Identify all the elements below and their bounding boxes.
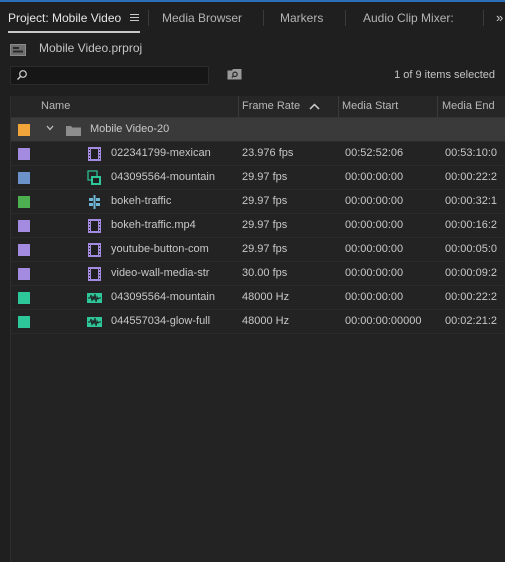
list-header: Name Frame Rate Media Start Media End [11,96,505,118]
column-divider[interactable] [338,96,339,117]
item-media-end: 00:53:10:0 [445,147,497,159]
project-file-name: Mobile Video.prproj [39,41,143,55]
column-divider[interactable] [238,96,239,117]
item-frame-rate: 29.97 fps [242,219,288,231]
item-frame-rate: 29.97 fps [242,171,288,183]
tab-markers[interactable]: Markers [280,11,323,25]
project-file-row: Mobile Video.prproj [0,36,505,60]
active-tab-indicator [8,31,140,33]
item-media-end: 00:00:09:2 [445,267,497,279]
label-color-swatch[interactable] [18,268,30,280]
search-field[interactable] [10,66,209,85]
label-color-swatch[interactable] [18,220,30,232]
chevron-down-icon[interactable] [46,124,54,132]
item-name: 043095564-mountain [111,291,215,303]
project-panel: Project: Mobile Video Media Browser Mark… [0,0,505,562]
active-panel-highlight [0,0,505,2]
folder-row[interactable]: Mobile Video-20 [11,118,505,142]
label-color-swatch[interactable] [18,292,30,304]
item-media-end: 00:00:16:2 [445,219,497,231]
column-divider[interactable] [437,96,438,117]
video-clip-icon [88,267,101,281]
video-clip-icon [88,147,101,161]
item-frame-rate: 29.97 fps [242,195,288,207]
item-frame-rate: 29.97 fps [242,243,288,255]
item-name: 022341799-mexican [111,147,211,159]
item-media-end: 00:00:22:2 [445,171,497,183]
sort-ascending-icon [309,103,320,110]
audio-clip-icon [87,317,102,327]
folder-icon [66,126,81,136]
folder-name: Mobile Video-20 [90,123,170,135]
item-media-start: 00:00:00:00000 [345,315,422,327]
project-item-list: Name Frame Rate Media Start Media End Mo… [10,96,505,562]
list-item[interactable]: video-wall-media-str 30.00 fps 00:00:00:… [11,262,505,286]
selection-status: 1 of 9 items selected [394,69,495,81]
list-item[interactable]: bokeh-traffic 29.97 fps 00:00:00:00 00:0… [11,190,505,214]
label-color-swatch[interactable] [18,244,30,256]
sequence-icon [87,170,101,185]
item-name: 044557034-glow-full [111,315,211,327]
video-clip-icon [88,219,101,233]
label-color-swatch[interactable] [18,124,30,136]
item-media-end: 00:02:21:2 [445,315,497,327]
item-media-end: 00:00:22:2 [445,291,497,303]
label-color-swatch[interactable] [18,172,30,184]
search-icon [17,70,27,80]
item-name: 043095564-mountain [111,171,215,183]
list-item[interactable]: youtube-button-com 29.97 fps 00:00:00:00… [11,238,505,262]
more-panels-icon[interactable]: » [496,10,503,25]
tab-media-browser[interactable]: Media Browser [162,11,242,25]
video-clip-icon [88,243,101,257]
column-header-name[interactable]: Name [41,96,231,117]
panel-menu-icon[interactable] [130,14,139,22]
item-frame-rate: 30.00 fps [242,267,288,279]
item-name: bokeh-traffic [111,195,172,207]
tab-divider [148,10,149,26]
item-name: video-wall-media-str [111,267,210,279]
tab-divider [483,10,484,26]
tab-audio-clip-mixer[interactable]: Audio Clip Mixer: [363,11,454,25]
label-color-swatch[interactable] [18,196,30,208]
audio-clip-icon [87,293,102,303]
tab-divider [345,10,346,26]
column-header-media-start[interactable]: Media Start [342,96,437,117]
item-media-start: 00:00:00:00 [345,291,404,303]
frame-rate-label: Frame Rate [242,100,301,112]
column-header-frame-rate[interactable]: Frame Rate [242,96,337,117]
item-media-end: 00:00:05:0 [445,243,497,255]
list-item[interactable]: 044557034-glow-full 48000 Hz 00:00:00:00… [11,310,505,334]
item-name: youtube-button-com [111,243,209,255]
search-input[interactable] [31,67,206,84]
item-media-start: 00:00:00:00 [345,267,404,279]
project-file-icon [10,44,26,56]
item-media-start: 00:00:00:00 [345,219,404,231]
item-media-start: 00:52:52:06 [345,147,404,159]
item-frame-rate: 23.976 fps [242,147,294,159]
list-item[interactable]: 043095564-mountain 48000 Hz 00:00:00:00 … [11,286,505,310]
item-frame-rate: 48000 Hz [242,315,290,327]
list-item[interactable]: 043095564-mountain 29.97 fps 00:00:00:00… [11,166,505,190]
tab-project[interactable]: Project: Mobile Video [8,11,121,25]
list-item[interactable]: bokeh-traffic.mp4 29.97 fps 00:00:00:00 … [11,214,505,238]
panel-tab-bar: Project: Mobile Video Media Browser Mark… [0,0,505,36]
list-item[interactable]: 022341799-mexican 23.976 fps 00:52:52:06… [11,142,505,166]
label-color-swatch[interactable] [18,148,30,160]
item-frame-rate: 48000 Hz [242,291,290,303]
item-media-end: 00:00:32:1 [445,195,497,207]
item-name: bokeh-traffic.mp4 [111,219,196,231]
multicam-icon [89,195,100,209]
item-media-start: 00:00:00:00 [345,195,404,207]
item-media-start: 00:00:00:00 [345,171,404,183]
new-search-bin-icon[interactable] [227,68,242,80]
item-media-start: 00:00:00:00 [345,243,404,255]
label-color-swatch[interactable] [18,316,30,328]
column-header-media-end[interactable]: Media End [442,96,505,117]
tab-divider [263,10,264,26]
